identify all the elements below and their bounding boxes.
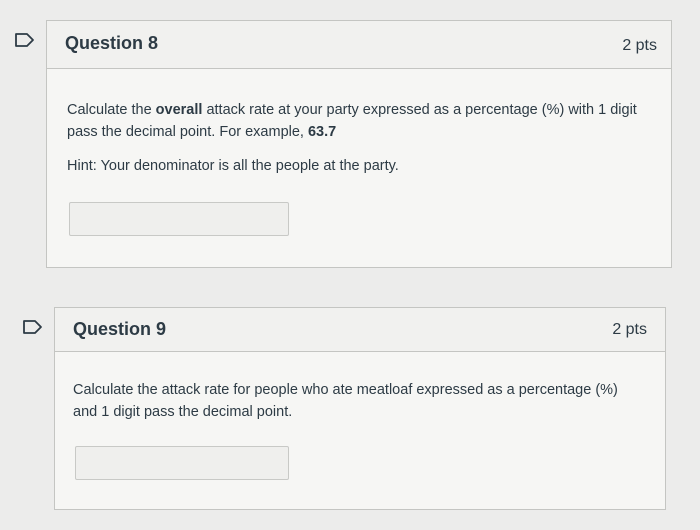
question-9-card: Question 9 2 pts Calculate the attack ra… [54,307,666,510]
question-9-prompt: Calculate the attack rate for people who… [73,382,618,420]
question-8-header: Question 8 2 pts [47,21,671,69]
question-8-prompt: Calculate the overall attack rate at you… [67,102,637,140]
flag-question-8-icon[interactable] [14,32,36,48]
flag-question-9-icon[interactable] [22,319,44,335]
question-8-card: Question 8 2 pts Calculate the overall a… [46,20,672,268]
question-8-points: 2 pts [622,37,657,54]
question-9-header: Question 9 2 pts [55,308,665,352]
question-8-title: Question 8 [65,33,159,53]
question-9-answer-input[interactable] [75,446,289,480]
question-9-title: Question 9 [73,319,167,339]
question-8-emphasis: overall [155,102,203,118]
question-8-answer-input[interactable] [69,202,289,236]
question-8-hint: Hint: Your denominator is all the people… [67,158,399,174]
question-8-body: Calculate the overall attack rate at you… [67,99,647,177]
question-9-points: 2 pts [612,321,647,338]
question-8-example-value: 63.7 [307,124,337,140]
question-9-body: Calculate the attack rate for people who… [73,379,641,423]
